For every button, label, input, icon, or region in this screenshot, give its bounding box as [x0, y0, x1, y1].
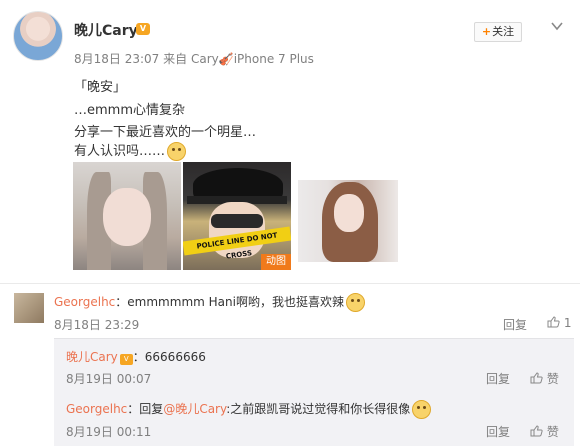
reply-2-reply-button[interactable]: 回复 [486, 423, 510, 440]
post-line-4: 有人认识吗…… [74, 140, 187, 161]
reply-2-like-label: 赞 [546, 425, 559, 439]
author-avatar[interactable] [13, 11, 63, 61]
plus-icon: + [481, 25, 492, 38]
reply-2-prefix: ：回复 [127, 402, 164, 416]
reply-2-mention[interactable]: @晚儿Cary [163, 402, 226, 416]
post-image-1[interactable] [73, 162, 181, 270]
vip-badge-icon: V [136, 23, 150, 35]
post-device[interactable]: Cary🎻iPhone 7 Plus [191, 52, 314, 66]
comment-text: ：emmmmmm Hani啊哟，我也挺喜欢辣 [115, 295, 344, 309]
follow-label: 关注 [492, 25, 515, 38]
reply-1-username[interactable]: 晚儿Cary [66, 350, 118, 364]
author-name[interactable]: 晚儿Cary [74, 20, 138, 40]
sunglasses-emoji-icon [345, 293, 365, 312]
reply-1-time: 8月19日 00:07 [66, 372, 152, 386]
reply-1-text: ：66666666 [132, 350, 206, 364]
vip-badge-icon: V [119, 354, 133, 365]
comment-time: 8月18日 23:29 [54, 318, 140, 332]
divider [0, 283, 580, 284]
post-line-3: 分享一下最近喜欢的一个明星… [74, 125, 257, 140]
thumbs-up-icon [547, 316, 560, 328]
post-time[interactable]: 8月18日 23:07 [74, 52, 159, 66]
reply-1-like-button[interactable]: 赞 [530, 370, 559, 387]
reply-divider [54, 338, 574, 339]
reply-1-reply-button[interactable]: 回复 [486, 370, 510, 387]
post-line-1: 「晚安」 [74, 80, 127, 95]
reply-2-time: 8月19日 00:11 [66, 425, 152, 439]
post-image-3[interactable] [294, 162, 402, 270]
chevron-down-icon[interactable] [550, 19, 564, 33]
comment-like-count: 1 [563, 316, 572, 330]
reply-1-like-label: 赞 [546, 372, 559, 386]
reply-1-body: 晚儿Cary V ：66666666 [66, 348, 206, 365]
post-line-4-text: 有人认识吗…… [74, 144, 166, 159]
commenter-avatar[interactable] [14, 293, 44, 323]
post-meta: 8月18日 23:07 来自 Cary🎻iPhone 7 Plus [74, 50, 314, 67]
thinking-emoji-icon [412, 400, 432, 419]
reply-2-text: :之前跟凯哥说过觉得和你长得很像 [226, 402, 411, 416]
follow-button[interactable]: +关注 [474, 22, 522, 42]
gif-badge: 动图 [261, 254, 291, 270]
comment-reply-button[interactable]: 回复 [503, 316, 527, 333]
reply-box: 晚儿Cary V ：66666666 8月19日 00:07 回复 赞 George… [54, 338, 574, 446]
comment-body: Georgelhc：emmmmmm Hani啊哟，我也挺喜欢辣 [54, 293, 365, 312]
comment-username[interactable]: Georgelhc [54, 295, 115, 309]
thumbs-up-icon [530, 425, 543, 437]
post-line-2: …emmm心情复杂 [74, 103, 185, 118]
post-image-2[interactable]: POLICE LINE DO NOT CROSS 动图 [183, 162, 291, 270]
reply-2-like-button[interactable]: 赞 [530, 423, 559, 440]
doge-emoji-icon [167, 142, 187, 161]
post-via-prefix: 来自 [163, 52, 188, 66]
reply-2-body: Georgelhc：回复@晚儿Cary:之前跟凯哥说过觉得和你长得很像 [66, 400, 432, 419]
thumbs-up-icon [530, 372, 543, 384]
comment-like-button[interactable]: 1 [547, 316, 571, 330]
reply-2-username[interactable]: Georgelhc [66, 402, 127, 416]
